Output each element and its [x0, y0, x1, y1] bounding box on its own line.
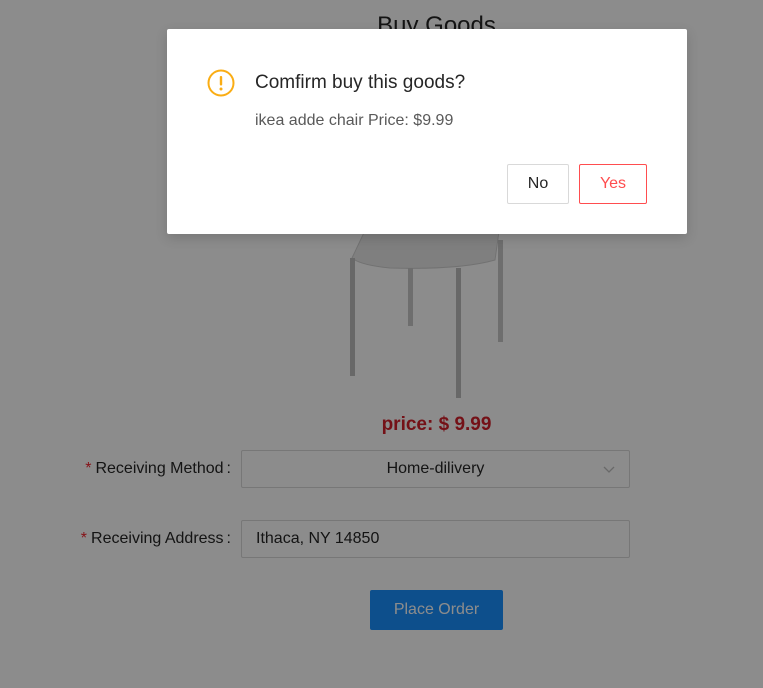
- confirm-modal: Comfirm buy this goods? ikea adde chair …: [167, 29, 687, 234]
- modal-content: ikea adde chair Price: $9.99: [255, 112, 454, 129]
- modal-title: Comfirm buy this goods?: [255, 72, 466, 93]
- yes-button[interactable]: Yes: [579, 164, 647, 204]
- exclamation-circle-icon: [207, 69, 235, 97]
- no-button[interactable]: No: [507, 164, 569, 204]
